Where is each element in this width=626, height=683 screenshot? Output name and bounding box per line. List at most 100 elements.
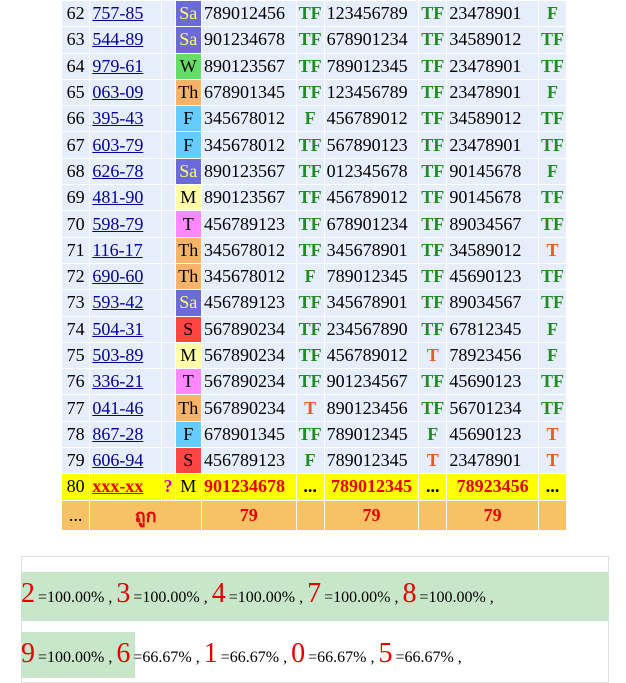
result-2: T — [419, 342, 447, 369]
results-table-wrapper: 62 757-85 Sa 789012456 TF 123456789 TF 23478901… — [61, 0, 567, 531]
row-code[interactable]: 336-21 — [90, 369, 161, 395]
result-3: F — [538, 316, 566, 342]
result-3: TF — [538, 27, 566, 53]
row-code-link[interactable]: 395-43 — [92, 108, 143, 128]
number-set-1: 345678012 — [201, 263, 296, 290]
row-code[interactable]: 041-46 — [90, 395, 161, 421]
row-code[interactable]: 504-31 — [90, 316, 161, 342]
result-2: TF — [419, 27, 447, 53]
number-set-2: 789012345 — [324, 474, 419, 500]
day-badge: S — [175, 448, 201, 474]
row-code[interactable]: 593-42 — [90, 290, 161, 316]
stat-percent: =66.67% — [133, 649, 192, 666]
row-code-link[interactable]: 481-90 — [92, 187, 143, 207]
row-code-link[interactable]: 606-94 — [92, 450, 143, 470]
row-code[interactable]: 626-78 — [90, 158, 161, 185]
result-1: TF — [296, 237, 324, 263]
marker-cell — [161, 421, 175, 448]
row-code-link[interactable]: 603-79 — [92, 135, 143, 155]
row-code[interactable]: 481-90 — [90, 185, 161, 211]
stat-separator: , — [191, 649, 204, 666]
row-code-link[interactable]: 598-79 — [92, 214, 143, 234]
result-1: TF — [296, 211, 324, 237]
row-code-link[interactable]: 979-61 — [92, 56, 143, 76]
result-1: F — [296, 106, 324, 132]
result-2: TF — [419, 53, 447, 79]
row-code-link[interactable]: 504-31 — [92, 319, 143, 339]
row-code[interactable]: 116-17 — [90, 237, 161, 263]
stat-separator: , — [485, 589, 494, 606]
stat-digit: 2 — [21, 578, 35, 609]
row-index: 73 — [62, 290, 90, 316]
table-row: 68 626-78 Sa 890123567 TF 012345678 TF 90145678… — [62, 158, 566, 185]
number-set-3: 89034567 — [447, 290, 538, 316]
result-3: TF — [538, 369, 566, 395]
result-2: TF — [419, 211, 447, 237]
row-code[interactable]: 598-79 — [90, 211, 161, 237]
row-code-link[interactable]: xxx-xx — [92, 476, 143, 496]
row-code[interactable]: 544-89 — [90, 27, 161, 53]
row-index: 66 — [62, 106, 90, 132]
table-row: 62 757-85 Sa 789012456 TF 123456789 TF 23478901… — [62, 1, 566, 27]
number-set-3: 23478901 — [447, 132, 538, 158]
row-code[interactable]: 606-94 — [90, 448, 161, 474]
result-2: TF — [419, 158, 447, 185]
row-code[interactable]: 757-85 — [90, 1, 161, 27]
row-index: 75 — [62, 342, 90, 369]
number-set-2: 678901234 — [324, 27, 419, 53]
marker-cell — [161, 316, 175, 342]
number-set-3: 45690123 — [447, 421, 538, 448]
number-set-2: 789012345 — [324, 421, 419, 448]
row-code-link[interactable]: 116-17 — [92, 240, 142, 260]
number-set-1: 456789123 — [201, 290, 296, 316]
row-code-link[interactable]: 757-85 — [92, 3, 143, 23]
result-3: T — [538, 421, 566, 448]
number-set-1: 345678012 — [201, 106, 296, 132]
row-code-link[interactable]: 867-28 — [92, 424, 143, 444]
row-code[interactable]: xxx-xx — [90, 474, 161, 500]
stat-digit: 3 — [116, 578, 131, 609]
stat-separator: , — [295, 589, 308, 606]
row-code[interactable]: 979-61 — [90, 53, 161, 79]
number-set-3: 78923456 — [447, 474, 538, 500]
day-badge: Sa — [175, 158, 201, 185]
row-code-link[interactable]: 690-60 — [92, 266, 143, 286]
marker-cell — [161, 106, 175, 132]
row-index: 64 — [62, 53, 90, 79]
number-set-2: 789012345 — [324, 53, 419, 79]
number-set-3: 34589012 — [447, 237, 538, 263]
row-index: 79 — [62, 448, 90, 474]
row-code-link[interactable]: 503-89 — [92, 345, 143, 365]
number-set-2: 234567890 — [324, 316, 419, 342]
row-code-link[interactable]: 336-21 — [92, 371, 143, 391]
stats-line-2: 9 =100.00% , 6 =66.67% , 1 =66.67% , 0 =66.6… — [21, 638, 462, 670]
marker-cell — [161, 369, 175, 395]
row-code-link[interactable]: 626-78 — [92, 161, 143, 181]
row-code-link[interactable]: 041-46 — [92, 398, 143, 418]
row-code-link[interactable]: 544-89 — [92, 29, 143, 49]
number-set-3: 90145678 — [447, 185, 538, 211]
row-index: 78 — [62, 421, 90, 448]
stat-percent: =66.67% — [220, 649, 280, 666]
row-index: 62 — [62, 1, 90, 27]
number-set-1: 567890234 — [201, 369, 296, 395]
row-code[interactable]: 867-28 — [90, 421, 161, 448]
result-3: F — [538, 342, 566, 369]
number-set-3: 78923456 — [447, 342, 538, 369]
result-2: TF — [419, 395, 447, 421]
number-set-3: 90145678 — [447, 158, 538, 185]
result-2: ... — [419, 474, 447, 500]
result-1: TF — [296, 290, 324, 316]
result-1: F — [296, 263, 324, 290]
number-set-2: 345678901 — [324, 290, 419, 316]
row-code[interactable]: 503-89 — [90, 342, 161, 369]
result-1: ... — [296, 474, 324, 500]
row-code[interactable]: 690-60 — [90, 263, 161, 290]
row-code[interactable]: 063-09 — [90, 79, 161, 106]
row-code-link[interactable]: 063-09 — [92, 82, 143, 102]
row-code-link[interactable]: 593-42 — [92, 292, 143, 312]
row-code[interactable]: 603-79 — [90, 132, 161, 158]
row-code[interactable]: 395-43 — [90, 106, 161, 132]
number-set-1: 567890234 — [201, 316, 296, 342]
result-2: F — [419, 421, 447, 448]
